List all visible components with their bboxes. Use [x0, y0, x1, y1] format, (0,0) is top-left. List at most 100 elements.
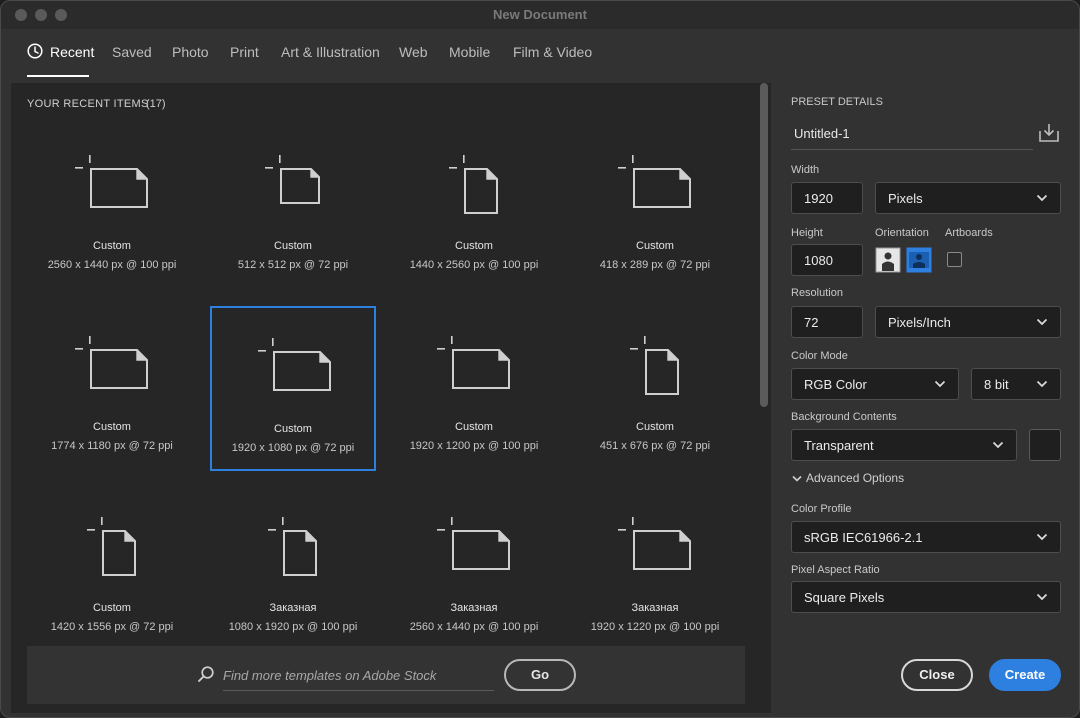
recent-item-card[interactable]: Custom 1920 x 1200 px @ 100 ppi [391, 306, 557, 471]
resolution-unit-value: Pixels/Inch [888, 314, 951, 330]
tab-saved[interactable]: Saved [112, 44, 152, 60]
resolution-input[interactable]: 72 [791, 306, 863, 338]
height-input[interactable]: 1080 [791, 244, 863, 276]
preset-details-title: PRESET DETAILS [791, 96, 883, 108]
color-profile-select[interactable]: sRGB IEC61966-2.1 [791, 521, 1061, 553]
recent-item-card[interactable]: Custom 1420 x 1556 px @ 72 ppi [29, 487, 195, 652]
pixel-aspect-ratio-value: Square Pixels [804, 589, 885, 605]
tab-recent[interactable]: Recent [50, 44, 94, 60]
bit-depth-select[interactable]: 8 bit [971, 368, 1061, 400]
recent-item-size: 451 x 676 px @ 72 ppi [599, 440, 711, 452]
artboards-label: Artboards [945, 227, 993, 239]
chevron-down-icon [1036, 194, 1048, 202]
recent-item-name: Custom [274, 240, 312, 252]
document-preset-icon [268, 517, 317, 576]
pixel-aspect-ratio-select[interactable]: Square Pixels [791, 581, 1061, 613]
document-preset-icon [618, 517, 691, 570]
recent-item-size: 1920 x 1200 px @ 100 ppi [409, 440, 539, 452]
chevron-down-icon [1036, 380, 1048, 388]
recent-item-card[interactable]: Custom 451 x 676 px @ 72 ppi [572, 306, 738, 471]
document-preset-icon [75, 336, 148, 389]
recent-item-name: Custom [455, 421, 493, 433]
create-button[interactable]: Create [989, 659, 1061, 691]
recent-item-name: Custom [636, 421, 674, 433]
tab-mobile[interactable]: Mobile [449, 44, 490, 60]
color-profile-label: Color Profile [791, 503, 852, 515]
tab-film-video[interactable]: Film & Video [513, 44, 592, 60]
recent-item-card[interactable]: Заказная 2560 x 1440 px @ 100 ppi [391, 487, 557, 652]
recent-item-card[interactable]: Заказная 1920 x 1220 px @ 100 ppi [572, 487, 738, 652]
document-preset-icon [618, 155, 691, 208]
chevron-down-icon [934, 380, 946, 388]
chevron-down-icon[interactable] [792, 475, 802, 483]
color-mode-label: Color Mode [791, 350, 848, 362]
recent-item-size: 1920 x 1080 px @ 72 ppi [231, 442, 355, 454]
recent-item-size: 1080 x 1920 px @ 100 ppi [228, 621, 358, 633]
recent-item-card[interactable]: Custom 1440 x 2560 px @ 100 ppi [391, 125, 557, 290]
advanced-options-toggle[interactable]: Advanced Options [806, 471, 904, 485]
color-profile-value: sRGB IEC61966-2.1 [804, 529, 923, 545]
recent-items-count: (17) [146, 98, 166, 110]
document-preset-icon [437, 517, 510, 570]
close-button[interactable]: Close [901, 659, 973, 691]
recent-item-card[interactable]: Custom 418 x 289 px @ 72 ppi [572, 125, 738, 290]
height-label: Height [791, 227, 823, 239]
recent-item-name: Custom [93, 421, 131, 433]
recent-item-card[interactable]: Custom 512 x 512 px @ 72 ppi [210, 125, 376, 290]
tab-print[interactable]: Print [230, 44, 259, 60]
width-unit-select[interactable]: Pixels [875, 182, 1061, 214]
pixel-aspect-ratio-label: Pixel Aspect Ratio [791, 564, 880, 576]
recent-items-title: YOUR RECENT ITEMS [27, 98, 149, 110]
document-preset-icon [265, 155, 320, 204]
portrait-orientation-icon[interactable] [875, 247, 901, 273]
recent-item-name: Custom [274, 423, 312, 435]
active-tab-indicator [27, 75, 89, 77]
chevron-down-icon [992, 441, 1004, 449]
document-preset-icon [630, 336, 679, 395]
recent-item-card[interactable]: Custom 1920 x 1080 px @ 72 ppi [210, 306, 376, 471]
recent-item-name: Заказная [631, 602, 679, 614]
resolution-unit-select[interactable]: Pixels/Inch [875, 306, 1061, 338]
color-mode-value: RGB Color [804, 376, 867, 392]
recent-item-size: 418 x 289 px @ 72 ppi [599, 259, 711, 271]
scrollbar-thumb[interactable] [760, 83, 768, 407]
width-input[interactable]: 1920 [791, 182, 863, 214]
bit-depth-value: 8 bit [984, 376, 1009, 392]
color-mode-select[interactable]: RGB Color [791, 368, 959, 400]
recent-item-size: 2560 x 1440 px @ 100 ppi [47, 259, 177, 271]
recent-item-name: Custom [636, 240, 674, 252]
landscape-orientation-icon[interactable] [906, 247, 932, 273]
search-icon [198, 666, 214, 682]
recent-item-size: 2560 x 1440 px @ 100 ppi [409, 621, 539, 633]
window-title: New Document [493, 7, 587, 22]
tab-art-illustration[interactable]: Art & Illustration [281, 44, 380, 60]
width-unit-value: Pixels [888, 190, 923, 206]
tab-web[interactable]: Web [399, 44, 428, 60]
background-contents-label: Background Contents [791, 411, 897, 423]
go-button[interactable]: Go [504, 659, 576, 691]
save-preset-icon[interactable] [1037, 121, 1061, 145]
tab-photo[interactable]: Photo [172, 44, 209, 60]
recent-item-size: 1920 x 1220 px @ 100 ppi [590, 621, 720, 633]
recent-item-card[interactable]: Custom 1774 x 1180 px @ 72 ppi [29, 306, 195, 471]
recent-item-name: Заказная [450, 602, 498, 614]
recent-item-name: Custom [93, 240, 131, 252]
recent-item-name: Custom [455, 240, 493, 252]
chevron-down-icon [1036, 318, 1048, 326]
artboards-checkbox[interactable] [947, 252, 962, 267]
title-bar: New Document [1, 1, 1079, 29]
stock-search-input[interactable] [223, 661, 494, 691]
recent-item-name: Заказная [269, 602, 317, 614]
recent-item-card[interactable]: Custom 2560 x 1440 px @ 100 ppi [29, 125, 195, 290]
width-label: Width [791, 164, 820, 176]
document-name-field[interactable]: Untitled-1 [791, 120, 1033, 150]
document-preset-icon [258, 338, 331, 391]
resolution-label: Resolution [791, 287, 843, 299]
recent-item-card[interactable]: Заказная 1080 x 1920 px @ 100 ppi [210, 487, 376, 652]
document-preset-icon [87, 517, 136, 576]
background-color-swatch[interactable] [1029, 429, 1061, 461]
document-preset-icon [437, 336, 510, 389]
recent-item-size: 1420 x 1556 px @ 72 ppi [50, 621, 174, 633]
orientation-label: Orientation [875, 227, 929, 239]
background-contents-select[interactable]: Transparent [791, 429, 1017, 461]
